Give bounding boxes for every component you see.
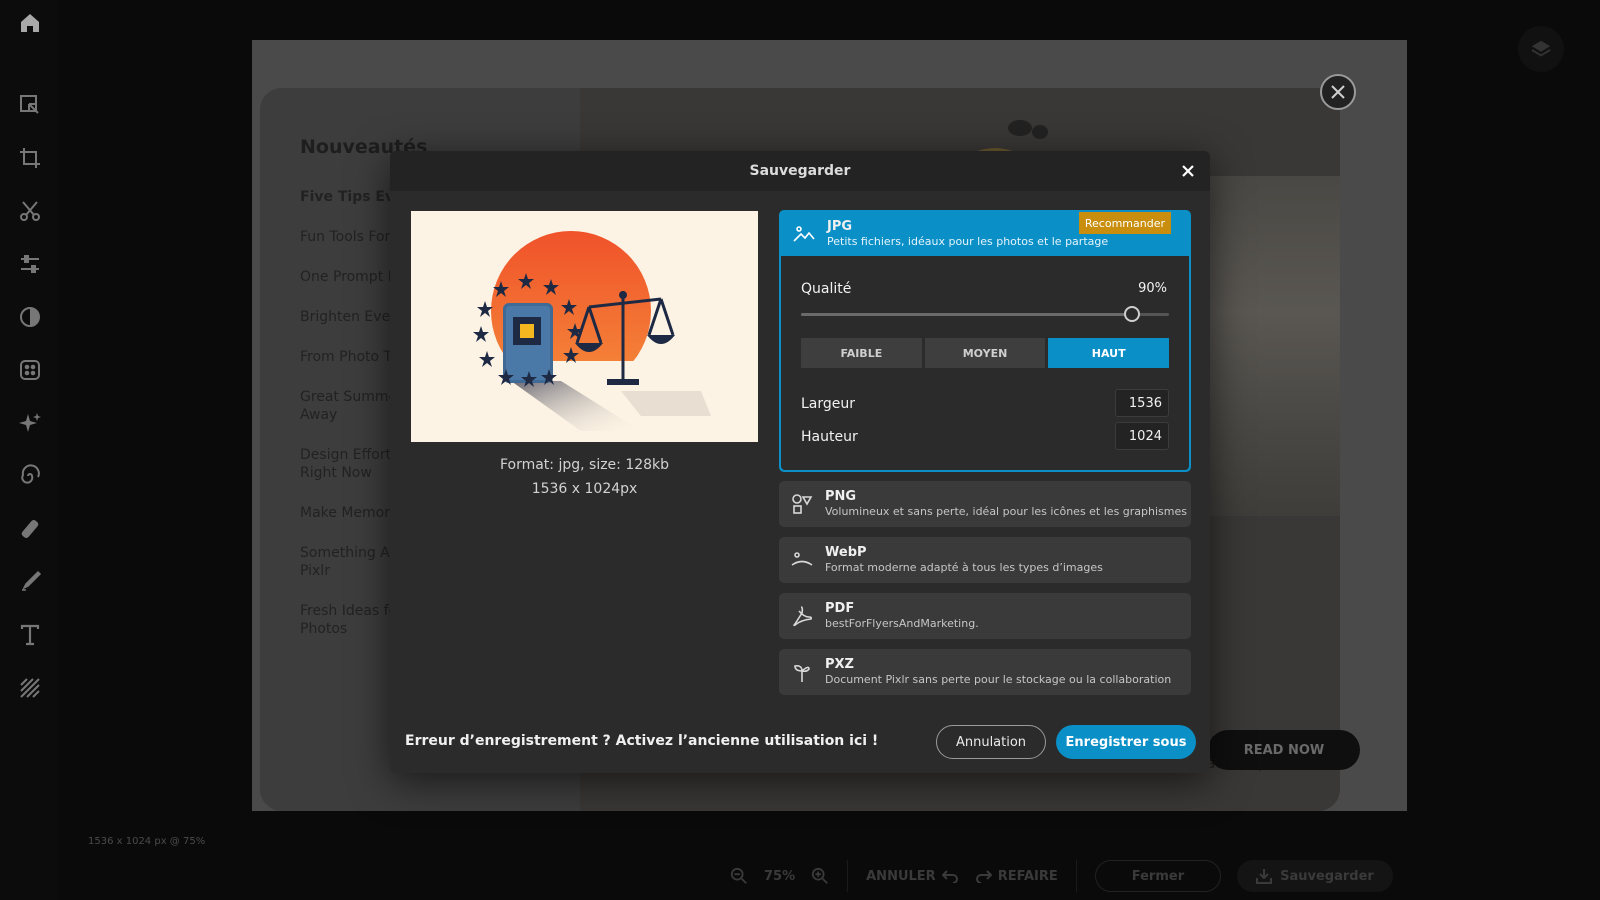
zoom-group: 75% [730,867,829,885]
close-icon [1182,165,1194,177]
canvas-info: 1536 x 1024 px @ 75% [88,836,206,847]
format-description: Petits fichiers, idéaux pour les photos … [827,235,1109,248]
zoom-in-icon[interactable] [811,867,829,885]
filter-icon[interactable] [17,304,43,330]
legacy-save-link[interactable]: Erreur d’enregistrement ? Activez l’anci… [405,733,878,749]
adjust-icon[interactable] [17,251,43,277]
preview-format: Format: jpg, size: 128kb [499,457,670,473]
format-name: JPG [827,219,853,234]
close-button[interactable]: Fermer [1094,860,1222,892]
save-dialog: Sauvegarder Format: jpg, size: 128kb 153… [390,151,1210,773]
layers-button[interactable] [1518,26,1564,72]
slider-fill [801,313,1133,316]
quality-value: 90% [1138,281,1167,296]
quality-low-button[interactable]: FAIBLE [801,338,922,368]
undo-button[interactable]: ANNULER [866,869,958,884]
crop-icon[interactable] [17,145,43,171]
format-description: Format moderne adapté à tous les types d… [825,561,1103,574]
zoom-level: 75% [764,868,796,884]
text-icon[interactable] [17,622,43,648]
format-option-pdf[interactable]: PDF bestForFlyersAndMarketing. [779,593,1191,639]
draw-icon[interactable] [17,569,43,595]
image-icon [793,223,815,245]
jpg-settings: Qualité 90% FAIBLE MOYEN HAUT Largeur 15… [781,256,1189,470]
format-option-png[interactable]: PNG Volumineux et sans perte, idéal pour… [779,481,1191,527]
news-close-button[interactable] [1320,74,1356,110]
bottom-bar: 75% ANNULER REFAIRE Fermer Sauvegarder [730,860,1393,892]
format-name: PNG [825,489,857,504]
undo-label: ANNULER [866,868,936,884]
liquify-icon[interactable] [17,463,43,489]
dialog-close-button[interactable] [1178,161,1198,181]
quality-presets: FAIBLE MOYEN HAUT [801,338,1170,368]
width-label: Largeur [801,396,856,412]
shapes-icon [791,493,813,515]
dialog-header: Sauvegarder [390,151,1210,191]
home-icon[interactable] [17,10,43,36]
height-label: Hauteur [801,429,858,445]
format-name: PDF [825,601,855,616]
save-button[interactable]: Sauvegarder [1237,860,1393,892]
slider-handle[interactable] [1124,306,1141,322]
format-option-jpg[interactable]: JPG Petits fichiers, idéaux pour les pho… [779,210,1191,472]
quality-medium-button[interactable]: MOYEN [924,338,1046,368]
read-now-button[interactable]: READ NOW [1208,730,1360,770]
divider [847,860,849,892]
format-option-pxz[interactable]: PXZ Document Pixlr sans perte pour le st… [779,649,1191,695]
cancel-button[interactable]: Annulation [936,725,1046,759]
undo-icon [941,870,958,883]
height-input[interactable]: 1024 [1115,422,1169,450]
arrange-icon[interactable] [17,92,43,118]
pdf-icon [791,605,813,627]
dialog-title: Sauvegarder [749,163,851,179]
quality-high-button[interactable]: HAUT [1048,338,1170,368]
cutout-icon[interactable] [17,198,43,224]
preview-info: Format: jpg, size: 128kb 1536 x 1024px [411,453,758,501]
effect-icon[interactable] [17,357,43,383]
save-as-button[interactable]: Enregistrer sous [1056,725,1196,759]
pattern-icon[interactable] [17,675,43,701]
format-description: bestForFlyersAndMarketing. [825,617,979,630]
redo-button[interactable]: REFAIRE [975,868,1058,884]
format-name: WebP [825,545,867,560]
width-input[interactable]: 1536 [1115,389,1169,417]
save-label: Sauvegarder [1280,868,1374,884]
format-description: Volumineux et sans perte, idéal pour les… [825,505,1187,518]
zoom-out-icon[interactable] [730,867,748,885]
preview-illustration [411,211,758,442]
preview-dimensions: 1536 x 1024px [531,481,638,497]
close-icon [1331,85,1345,99]
retouch-icon[interactable] [17,516,43,542]
redo-label: REFAIRE [997,868,1058,884]
redo-icon [975,870,992,883]
left-toolbar [0,0,58,900]
format-description: Document Pixlr sans perte pour le stocka… [825,673,1172,686]
divider [1075,860,1077,892]
format-name: PXZ [825,657,854,672]
quality-label: Qualité [801,281,852,297]
webp-icon [791,549,813,571]
quality-slider[interactable] [801,306,1169,322]
pxz-icon [791,661,813,683]
format-option-webp[interactable]: WebP Format moderne adapté à tous les ty… [779,537,1191,583]
image-preview [411,211,758,442]
ai-sparkle-icon[interactable] [17,410,43,436]
download-icon [1256,869,1273,884]
layers-icon [1531,40,1551,57]
recommend-badge: Recommander [1078,212,1171,234]
